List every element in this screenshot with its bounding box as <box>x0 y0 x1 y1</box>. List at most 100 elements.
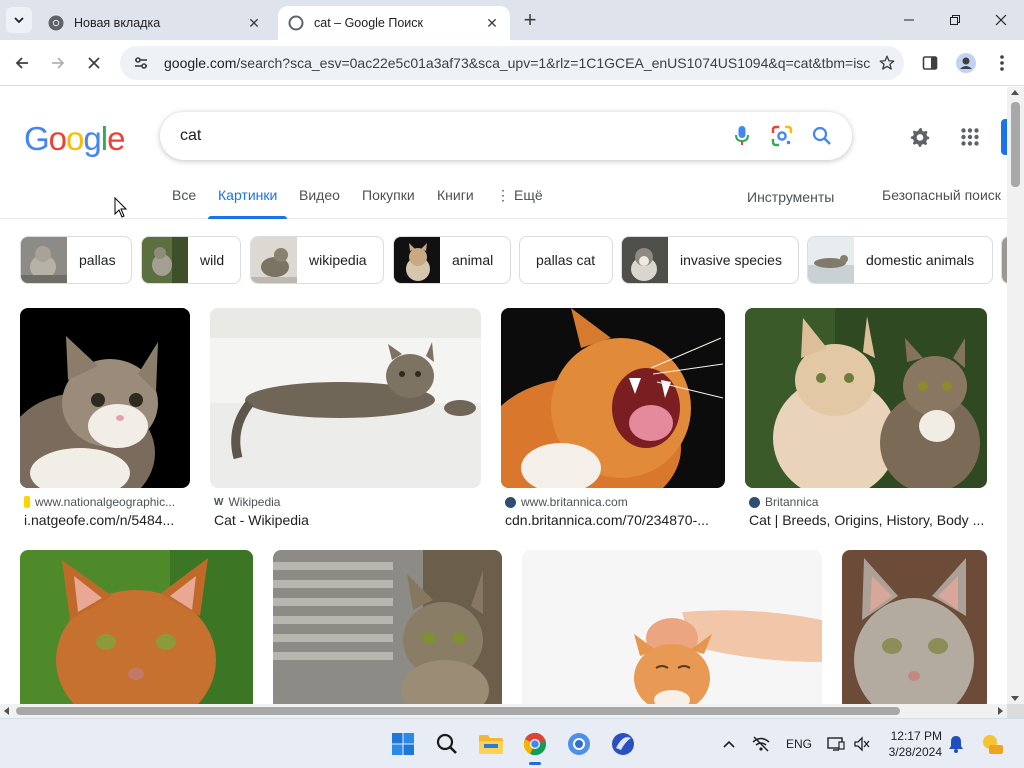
chip-domestic-animals[interactable]: domestic animals <box>807 236 993 284</box>
tab-more[interactable]: ⋮ Ещё <box>496 187 543 204</box>
close-tab-icon[interactable]: ✕ <box>246 15 262 31</box>
scrollbar-corner <box>1007 704 1024 718</box>
scrollbar-thumb[interactable] <box>16 707 900 715</box>
safesearch-button[interactable]: Безопасный поиск <box>882 187 1001 203</box>
volume-button[interactable] <box>852 733 872 755</box>
minimize-button[interactable] <box>897 8 921 32</box>
vertical-scrollbar[interactable] <box>1007 87 1024 704</box>
image-result[interactable] <box>522 550 822 704</box>
new-tab-button[interactable]: + <box>518 9 542 33</box>
result-title[interactable]: i.natgeofe.com/n/5484... <box>24 512 190 528</box>
widgets-button[interactable] <box>980 733 1004 755</box>
display-button[interactable] <box>826 733 846 755</box>
tab-videos[interactable]: Видео <box>299 187 340 203</box>
result-title[interactable]: cdn.britannica.com/70/234870-... <box>505 512 721 528</box>
menu-button[interactable] <box>990 51 1014 75</box>
tray-overflow-button[interactable] <box>720 733 738 755</box>
chrome-taskbar-button[interactable] <box>520 729 550 765</box>
result-title[interactable]: Cat | Breeds, Origins, History, Body ... <box>749 512 985 528</box>
close-icon <box>88 57 100 69</box>
result-image[interactable] <box>745 308 987 488</box>
tab-images[interactable]: Картинки <box>218 187 277 203</box>
chip-pallas[interactable]: pallas <box>20 236 132 284</box>
image-result[interactable] <box>20 550 253 704</box>
image-result[interactable]: W Wikipedia Cat - Wikipedia <box>210 308 481 533</box>
image-result[interactable]: www.britannica.com cdn.britannica.com/70… <box>501 308 725 533</box>
britannica-favicon-icon <box>749 496 760 508</box>
image-result[interactable]: www.nationalgeographic... i.natgeofe.com… <box>20 308 190 533</box>
tab-new-tab[interactable]: Новая вкладка ✕ <box>38 6 272 40</box>
forward-button[interactable] <box>46 51 70 75</box>
chip-wikipedia[interactable]: wikipedia <box>250 236 384 284</box>
clock[interactable]: 12:17 PM 3/28/2024 <box>882 728 942 760</box>
app-taskbar-button[interactable] <box>608 729 638 759</box>
image-result[interactable] <box>842 550 987 704</box>
profile-button[interactable] <box>954 51 978 75</box>
scroll-up-arrow-icon[interactable] <box>1011 90 1019 95</box>
chip-animal[interactable]: animal <box>393 236 511 284</box>
chip-invasive-species[interactable]: invasive species <box>621 236 799 284</box>
language-indicator[interactable]: ENG <box>784 733 814 755</box>
image-result[interactable] <box>273 550 502 704</box>
chrome-icon <box>48 15 64 31</box>
weather-badge-icon <box>983 735 1003 754</box>
google-logo[interactable]: Google <box>24 120 125 158</box>
tab-search-button[interactable] <box>6 7 32 33</box>
scrollbar-thumb[interactable] <box>1011 102 1020 187</box>
result-image[interactable] <box>522 550 822 704</box>
scroll-left-arrow-icon[interactable] <box>4 707 9 715</box>
bookmark-star-icon[interactable] <box>870 46 904 80</box>
search-submit-button[interactable] <box>802 116 842 156</box>
chip-label: pallas <box>79 252 116 268</box>
image-result[interactable]: Britannica Cat | Breeds, Origins, Histor… <box>745 308 987 533</box>
result-source[interactable]: www.britannica.com <box>505 495 725 509</box>
logo-letter: o <box>48 120 67 157</box>
restore-button[interactable] <box>943 8 967 32</box>
result-source[interactable]: Britannica <box>749 495 989 509</box>
result-source[interactable]: www.nationalgeographic... <box>24 495 194 509</box>
result-image[interactable] <box>273 550 502 704</box>
result-image[interactable] <box>20 308 190 488</box>
browser-icon <box>568 733 590 755</box>
result-image[interactable] <box>20 550 253 704</box>
tab-books[interactable]: Книги <box>437 187 474 203</box>
chrome-alt-taskbar-button[interactable] <box>564 729 594 759</box>
minimize-icon <box>904 19 914 21</box>
search-input[interactable] <box>180 127 722 145</box>
chip-wild[interactable]: wild <box>141 236 241 284</box>
horizontal-scrollbar[interactable] <box>0 704 1007 718</box>
settings-button[interactable] <box>904 121 936 153</box>
result-image[interactable] <box>501 308 725 488</box>
start-button[interactable] <box>388 729 418 759</box>
side-panel-button[interactable] <box>918 51 942 75</box>
file-explorer-button[interactable] <box>476 729 506 759</box>
taskbar-search-button[interactable] <box>432 729 462 759</box>
tab-all[interactable]: Все <box>172 187 196 203</box>
result-source-text: Wikipedia <box>228 495 281 509</box>
notifications-button[interactable] <box>946 733 966 755</box>
chip-thumbnail <box>808 237 854 283</box>
voice-search-button[interactable] <box>722 116 762 156</box>
tools-button[interactable]: Инструменты <box>747 189 834 205</box>
chip-label: pallas cat <box>536 252 596 268</box>
address-bar[interactable]: google.com/search?sca_esv=0ac22e5c01a3af… <box>120 46 904 80</box>
tab-shopping[interactable]: Покупки <box>362 187 415 203</box>
close-window-button[interactable] <box>989 8 1013 32</box>
stop-loading-button[interactable] <box>82 51 106 75</box>
result-image[interactable] <box>842 550 987 704</box>
result-image[interactable] <box>210 308 481 488</box>
result-title[interactable]: Cat - Wikipedia <box>214 512 474 528</box>
network-status-button[interactable] <box>750 733 772 755</box>
back-button[interactable] <box>10 51 34 75</box>
close-tab-icon[interactable]: ✕ <box>484 15 500 31</box>
tab-google-search[interactable]: cat – Google Поиск ✕ <box>278 6 510 40</box>
image-search-button[interactable] <box>762 116 802 156</box>
scroll-right-arrow-icon[interactable] <box>998 707 1003 715</box>
scroll-down-arrow-icon[interactable] <box>1011 696 1019 701</box>
chip-pallas-cat[interactable]: pallas cat <box>519 236 613 284</box>
result-source[interactable]: W Wikipedia <box>214 495 474 509</box>
google-apps-button[interactable] <box>954 121 986 153</box>
result-source-text: www.nationalgeographic... <box>35 495 176 509</box>
site-info-icon[interactable] <box>132 54 150 72</box>
tab-more-label: Ещё <box>514 187 543 203</box>
